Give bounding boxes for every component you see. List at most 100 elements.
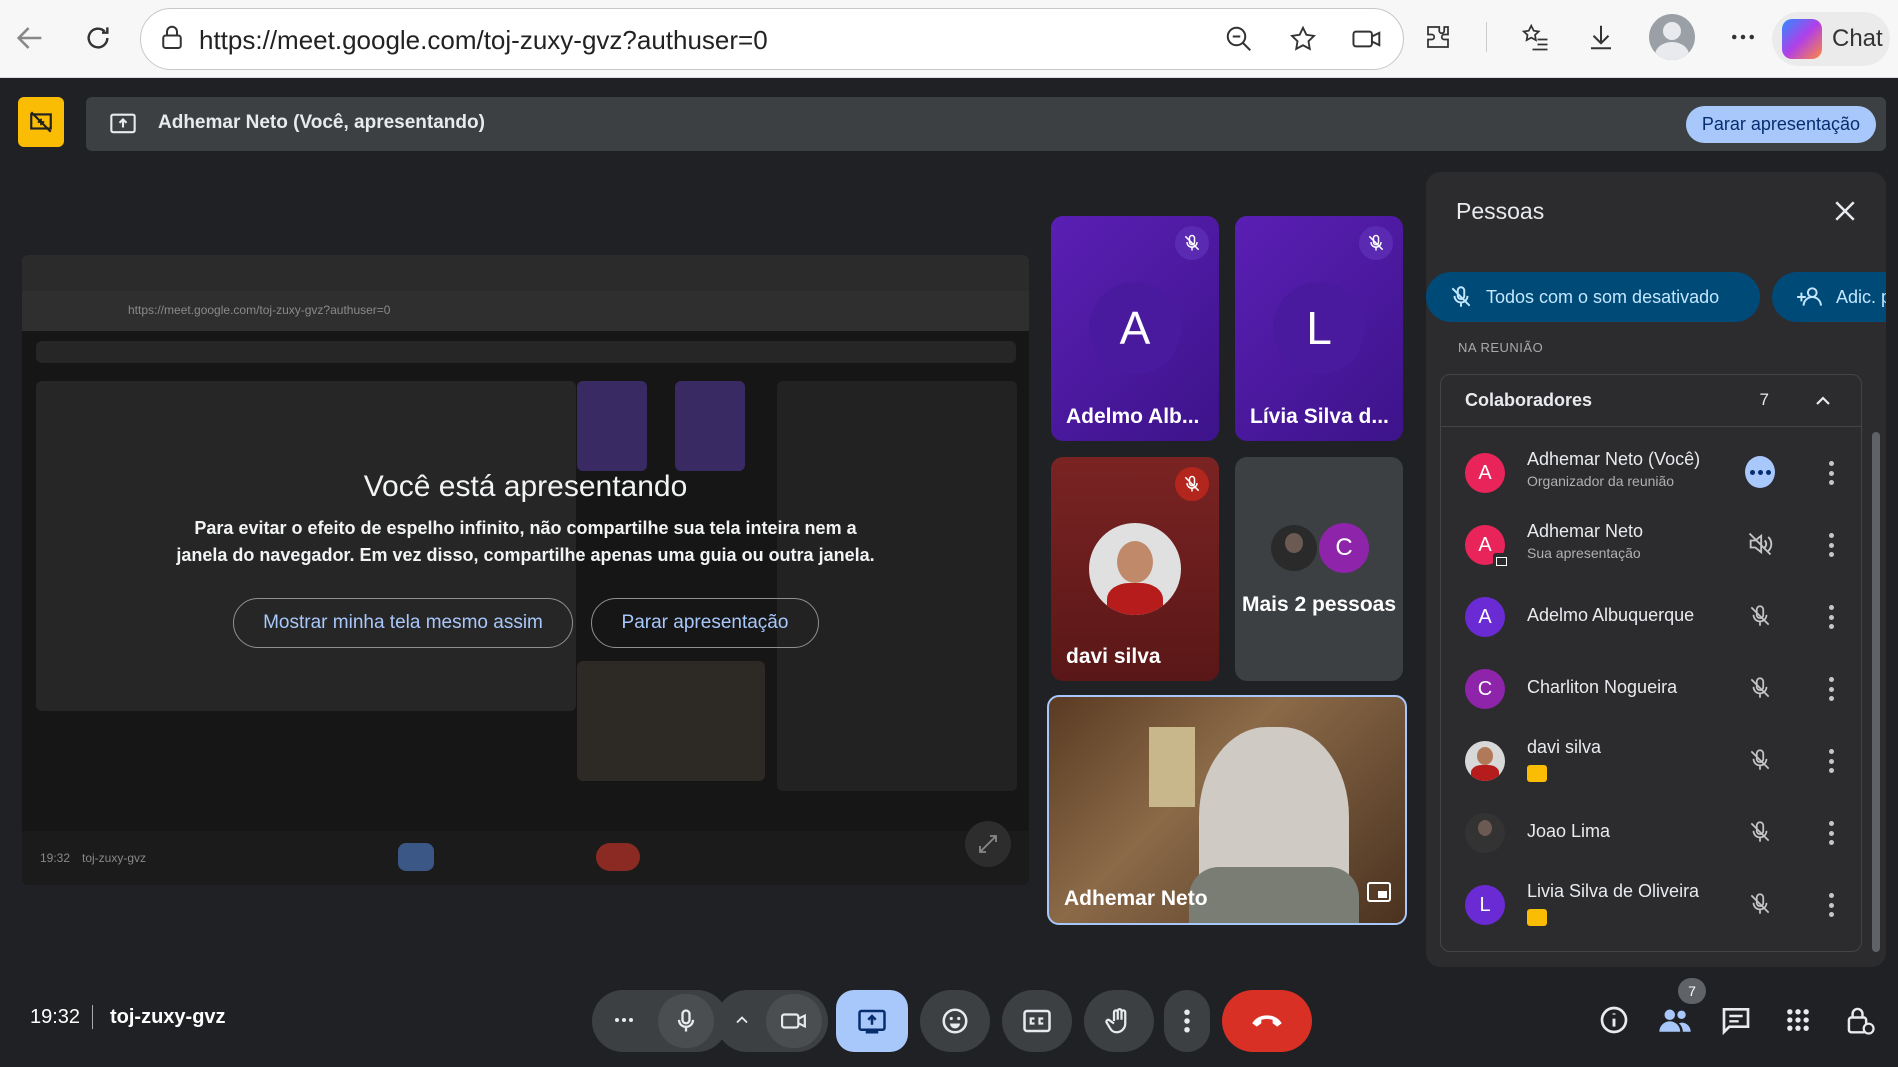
presenting-banner: Adhemar Neto (Você, apresentando) Parar … — [86, 97, 1886, 151]
chevron-up-icon[interactable] — [732, 1010, 752, 1035]
participant-name: Adelmo Albuquerque — [1527, 605, 1695, 625]
more-vert-icon[interactable] — [1825, 458, 1837, 488]
pip-icon[interactable] — [1367, 882, 1391, 907]
stop-presenting-button[interactable]: Parar apresentação — [1685, 106, 1876, 143]
participant-row[interactable]: A Adelmo Albuquerque — [1441, 581, 1861, 653]
host-controls-icon[interactable] — [1836, 996, 1884, 1044]
avatar-photo — [1089, 523, 1181, 615]
end-call-icon — [1252, 1015, 1282, 1027]
participant-tile[interactable]: davi silva — [1051, 457, 1219, 681]
expand-icon[interactable] — [965, 821, 1011, 867]
shirt-shape — [1189, 867, 1359, 923]
group-title: Colaboradores — [1465, 390, 1593, 410]
participant-row[interactable]: A Adhemar Neto Sua apresentação — [1441, 509, 1861, 581]
avatar: C — [1319, 523, 1369, 573]
meeting-info-icon[interactable] — [1590, 996, 1638, 1044]
leave-call-button[interactable] — [1222, 990, 1312, 1052]
activities-icon[interactable] — [1774, 996, 1822, 1044]
self-video-tile[interactable]: Adhemar Neto — [1047, 695, 1407, 925]
download-icon[interactable] — [1583, 19, 1619, 55]
chat-label: Chat — [1832, 25, 1883, 52]
camera-in-use-icon[interactable] — [1349, 21, 1385, 57]
mic-off-icon — [1745, 817, 1775, 847]
browser-toolbar: https://meet.google.com/toj-zuxy-gvz?aut… — [0, 0, 1898, 78]
mic-off-icon — [1359, 226, 1393, 260]
avatar-photo — [1465, 741, 1505, 781]
copilot-icon — [1782, 19, 1822, 59]
presenting-badge-icon — [1493, 553, 1509, 569]
participant-name: Joao Lima — [1527, 821, 1611, 841]
participant-row[interactable]: davi silva — [1441, 725, 1861, 797]
avatar: A — [1089, 282, 1181, 374]
more-people-tile[interactable]: C Mais 2 pessoas — [1235, 457, 1403, 681]
favorite-star-icon[interactable] — [1285, 21, 1321, 57]
emoji-icon — [942, 1008, 968, 1034]
presenting-badge-icon — [1527, 909, 1547, 926]
avatar: A — [1465, 597, 1505, 637]
copilot-chat-button[interactable]: Chat — [1772, 12, 1890, 66]
participant-row[interactable]: L Livia Silva de Oliveira — [1441, 869, 1861, 941]
tile-name: Lívia Silva d... — [1250, 405, 1389, 428]
extensions-icon[interactable] — [1420, 19, 1456, 55]
more-vert-icon[interactable] — [1825, 818, 1837, 848]
hand-icon — [1105, 1008, 1127, 1034]
more-vert-icon[interactable] — [1825, 890, 1837, 920]
participant-tile[interactable]: L Lívia Silva d... — [1235, 216, 1403, 441]
people-count-badge: 7 — [1678, 978, 1706, 1004]
add-people-chip[interactable]: Adic. p — [1772, 272, 1886, 322]
more-options-icon[interactable] — [1725, 19, 1761, 55]
presenting-text: Adhemar Neto (Você, apresentando) — [158, 112, 485, 133]
collaborators-header[interactable]: Colaboradores 7 — [1441, 375, 1861, 427]
profile-avatar[interactable] — [1649, 14, 1695, 60]
participant-row[interactable]: C Charliton Nogueira — [1441, 653, 1861, 725]
camera-icon[interactable] — [766, 994, 822, 1048]
url-text[interactable]: https://meet.google.com/toj-zuxy-gvz?aut… — [199, 25, 768, 56]
presenting-icon — [18, 97, 64, 147]
close-icon[interactable] — [1830, 196, 1860, 226]
mini-bottom-bar: 19:32 toj-zuxy-gvz — [22, 831, 1029, 885]
lock-icon[interactable] — [157, 23, 187, 53]
mute-all-chip[interactable]: Todos com o som desativado — [1426, 272, 1760, 322]
tile-name: Adelmo Alb... — [1066, 405, 1200, 428]
chat-icon[interactable] — [1712, 996, 1760, 1044]
participant-tile[interactable]: A Adelmo Alb... — [1051, 216, 1219, 441]
mini-address-bar: https://meet.google.com/toj-zuxy-gvz?aut… — [22, 291, 1029, 331]
participant-role: Sua apresentação — [1527, 545, 1641, 561]
mic-off-icon — [1745, 601, 1775, 631]
participant-name: Charliton Nogueira — [1527, 677, 1678, 697]
panel-scrollbar[interactable] — [1872, 432, 1880, 952]
window-shape — [1149, 727, 1195, 807]
participant-role: Organizador da reunião — [1527, 473, 1675, 489]
chevron-up-icon[interactable] — [1811, 389, 1835, 413]
avatar: L — [1273, 282, 1365, 374]
participant-name: davi silva — [1527, 737, 1602, 757]
captions-button[interactable] — [1002, 990, 1072, 1052]
mini-code: toj-zuxy-gvz — [82, 851, 147, 865]
participant-row[interactable]: Joao Lima — [1441, 797, 1861, 869]
reload-icon[interactable] — [76, 16, 120, 60]
shared-screen-preview: https://meet.google.com/toj-zuxy-gvz?aut… — [22, 255, 1029, 885]
present-screen-icon — [858, 1009, 886, 1034]
participant-row[interactable]: A Adhemar Neto (Você) Organizador da reu… — [1441, 437, 1861, 509]
audio-off-icon — [1745, 529, 1775, 559]
mic-off-icon — [1175, 467, 1209, 501]
people-panel: Pessoas Todos com o som desativado Adic.… — [1426, 172, 1886, 967]
overlay-stop-presenting-button[interactable]: Parar apresentação — [591, 598, 819, 648]
more-vert-icon[interactable] — [1825, 602, 1837, 632]
back-icon[interactable] — [8, 16, 52, 60]
show-screen-anyway-button[interactable]: Mostrar minha tela mesmo assim — [233, 598, 573, 648]
more-vert-icon[interactable] — [1825, 674, 1837, 704]
more-vert-icon[interactable] — [1825, 530, 1837, 560]
raise-hand-button[interactable] — [1084, 990, 1154, 1052]
more-audio-options-icon[interactable] — [612, 1008, 636, 1037]
panel-title: Pessoas — [1456, 198, 1545, 224]
address-bar[interactable]: https://meet.google.com/toj-zuxy-gvz?aut… — [140, 8, 1404, 70]
present-now-button[interactable] — [836, 990, 908, 1052]
overlay-title: Você está apresentando — [363, 470, 688, 503]
zoom-out-icon[interactable] — [1221, 21, 1257, 57]
microphone-icon[interactable] — [658, 994, 714, 1048]
more-vert-icon[interactable] — [1825, 746, 1837, 776]
more-options-button[interactable] — [1164, 990, 1210, 1052]
favorites-list-icon[interactable] — [1517, 19, 1553, 55]
reactions-button[interactable] — [920, 990, 990, 1052]
